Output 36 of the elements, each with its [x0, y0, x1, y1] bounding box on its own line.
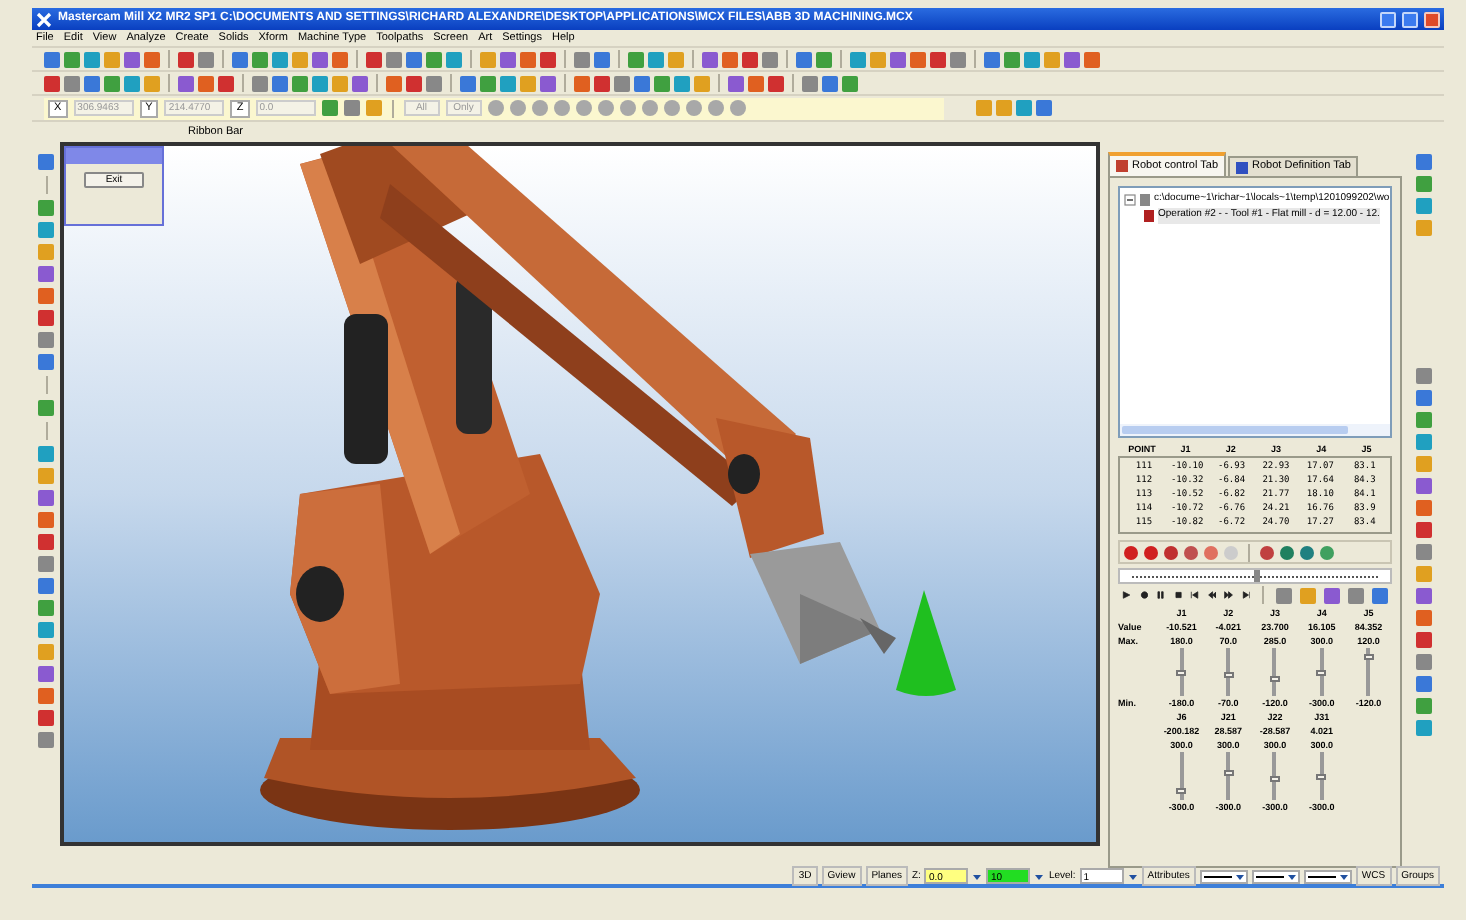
slider-thumb[interactable]: [1316, 669, 1327, 675]
line-style-dropdown[interactable]: [1199, 869, 1248, 883]
slider-thumb[interactable]: [1253, 570, 1259, 582]
tool-icon: [1144, 210, 1154, 222]
slider-thumb[interactable]: [1176, 670, 1187, 677]
rewind-icon[interactable]: [1207, 588, 1217, 602]
slider-thumb[interactable]: [1176, 787, 1187, 794]
timeline-slider[interactable]: [1118, 568, 1392, 584]
slider-thumb[interactable]: [1363, 654, 1374, 661]
skip-back-icon[interactable]: [1190, 588, 1200, 602]
horizontal-scrollbar[interactable]: [1120, 424, 1390, 436]
slider-thumb[interactable]: [1269, 775, 1280, 782]
joint-slider[interactable]: [1363, 648, 1374, 696]
folder-icon: [1140, 194, 1150, 206]
dialog-title-bar: [66, 148, 162, 164]
collapse-icon[interactable]: [1124, 194, 1136, 206]
stop-icon[interactable]: [1173, 588, 1183, 602]
line-style-dropdown[interactable]: [1251, 869, 1300, 883]
record-icon[interactable]: [1139, 588, 1149, 602]
cone-workpiece-drawing: [896, 590, 956, 696]
minimize-button[interactable]: [1380, 11, 1396, 27]
dropdown-icon[interactable]: [972, 871, 983, 881]
slider-thumb[interactable]: [1269, 675, 1280, 682]
app-logo-icon: [36, 11, 52, 27]
close-button[interactable]: [1424, 11, 1440, 27]
slider-thumb[interactable]: [1316, 773, 1327, 779]
pause-icon[interactable]: [1156, 588, 1166, 602]
skip-forward-icon[interactable]: [1241, 588, 1251, 602]
maximize-button[interactable]: [1402, 11, 1418, 27]
fast-forward-icon[interactable]: [1224, 588, 1234, 602]
dropdown-icon[interactable]: [1034, 871, 1045, 881]
slider-thumb[interactable]: [1223, 770, 1234, 777]
joint-slider[interactable]: [1176, 752, 1187, 800]
line-style-dropdown[interactable]: [1303, 869, 1352, 883]
play-icon[interactable]: [1122, 588, 1132, 602]
slider-thumb[interactable]: [1223, 671, 1234, 678]
